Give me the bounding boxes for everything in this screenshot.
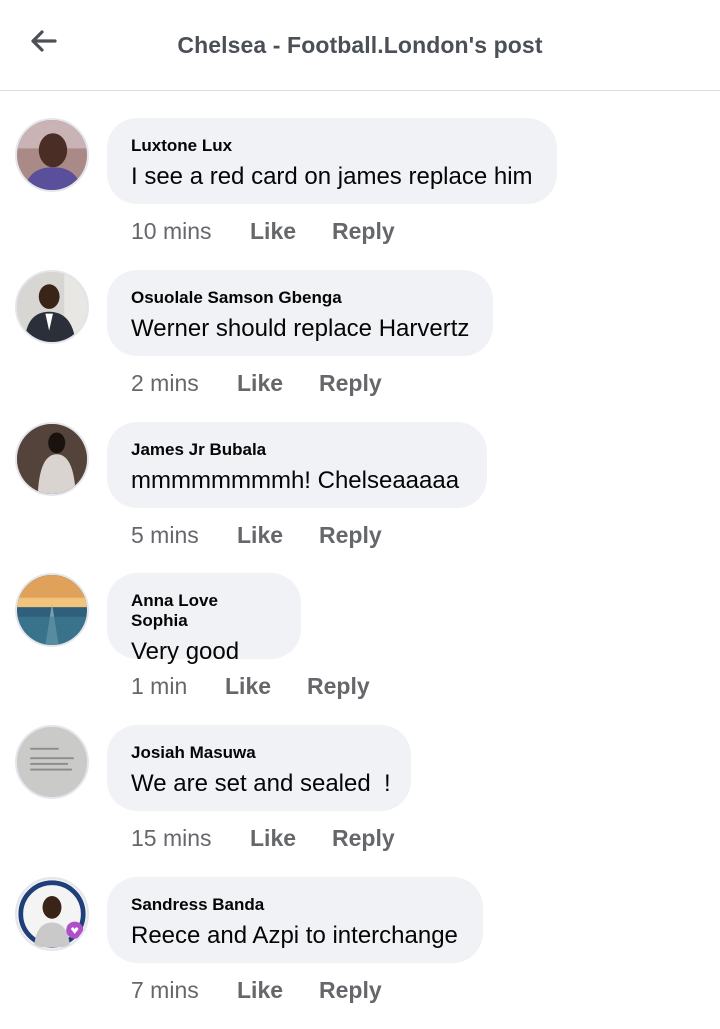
like-button[interactable]: Like (237, 522, 319, 549)
comment-time[interactable]: 5 mins (131, 522, 237, 549)
comment-item: Josiah Masuwa We are set and sealed ! 15… (0, 725, 720, 877)
reply-button[interactable]: Reply (319, 977, 382, 1004)
comment-time[interactable]: 2 mins (131, 370, 237, 397)
comment-bubble: Osuolale Samson Gbenga Werner should rep… (107, 270, 493, 356)
avatar[interactable] (15, 573, 89, 647)
comment-item: Luxtone Lux I see a red card on james re… (0, 118, 720, 270)
comment-time[interactable]: 10 mins (131, 218, 250, 245)
reply-button[interactable]: Reply (332, 825, 395, 852)
comment-meta: 1 min Like Reply (131, 671, 370, 701)
comment-author[interactable]: Osuolale Samson Gbenga (131, 288, 467, 308)
comment-item: Anna Love Sophia Very good 1 min Like Re… (0, 573, 720, 725)
comment-author[interactable]: Anna Love Sophia (131, 591, 275, 631)
comment-text: mmmmmmmmh! Chelseaaaaa (131, 467, 460, 494)
like-button[interactable]: Like (250, 825, 332, 852)
avatar[interactable] (15, 118, 89, 192)
avatar[interactable] (15, 725, 89, 799)
comment-time[interactable]: 1 min (131, 673, 225, 700)
comment-text: Very good (131, 638, 240, 665)
like-button[interactable]: Like (237, 977, 319, 1004)
comment-meta: 7 mins Like Reply (131, 975, 382, 1005)
reply-button[interactable]: Reply (319, 522, 382, 549)
reply-button[interactable]: Reply (307, 673, 370, 700)
comment-meta: 2 mins Like Reply (131, 368, 382, 398)
comment-item: Osuolale Samson Gbenga Werner should rep… (0, 270, 720, 422)
post-header: Chelsea - Football.London's post (0, 0, 720, 91)
like-button[interactable]: Like (225, 673, 307, 700)
comment-bubble: Luxtone Lux I see a red card on james re… (107, 118, 557, 204)
comment-text: We are set and sealed ! (131, 770, 391, 797)
like-button[interactable]: Like (250, 218, 332, 245)
avatar[interactable] (15, 422, 89, 496)
avatar[interactable] (15, 270, 89, 344)
comment-text: Werner should replace Harvertz (131, 315, 470, 342)
comment-author[interactable]: James Jr Bubala (131, 440, 461, 460)
comment-meta: 10 mins Like Reply (131, 216, 395, 246)
comment-item: James Jr Bubala mmmmmmmmh! Chelseaaaaa 5… (0, 422, 720, 574)
comment-item: Sandress Banda Reece and Azpi to interch… (0, 877, 720, 1029)
avatar[interactable] (15, 877, 89, 951)
comment-meta: 15 mins Like Reply (131, 823, 395, 853)
reply-button[interactable]: Reply (332, 218, 395, 245)
comment-time[interactable]: 15 mins (131, 825, 250, 852)
comment-author[interactable]: Sandress Banda (131, 895, 457, 915)
comment-bubble: James Jr Bubala mmmmmmmmh! Chelseaaaaa (107, 422, 487, 508)
comment-text: I see a red card on james replace him (131, 163, 533, 190)
comment-bubble: Anna Love Sophia Very good (107, 573, 301, 665)
like-button[interactable]: Like (237, 370, 319, 397)
comment-bubble: Josiah Masuwa We are set and sealed ! (107, 725, 411, 811)
comment-bubble: Sandress Banda Reece and Azpi to interch… (107, 877, 483, 963)
comment-meta: 5 mins Like Reply (131, 520, 382, 550)
comment-text: Reece and Azpi to interchange (131, 922, 458, 949)
comment-author[interactable]: Luxtone Lux (131, 136, 531, 156)
page-title: Chelsea - Football.London's post (177, 32, 543, 58)
reply-button[interactable]: Reply (319, 370, 382, 397)
comment-time[interactable]: 7 mins (131, 977, 237, 1004)
comment-author[interactable]: Josiah Masuwa (131, 743, 385, 763)
